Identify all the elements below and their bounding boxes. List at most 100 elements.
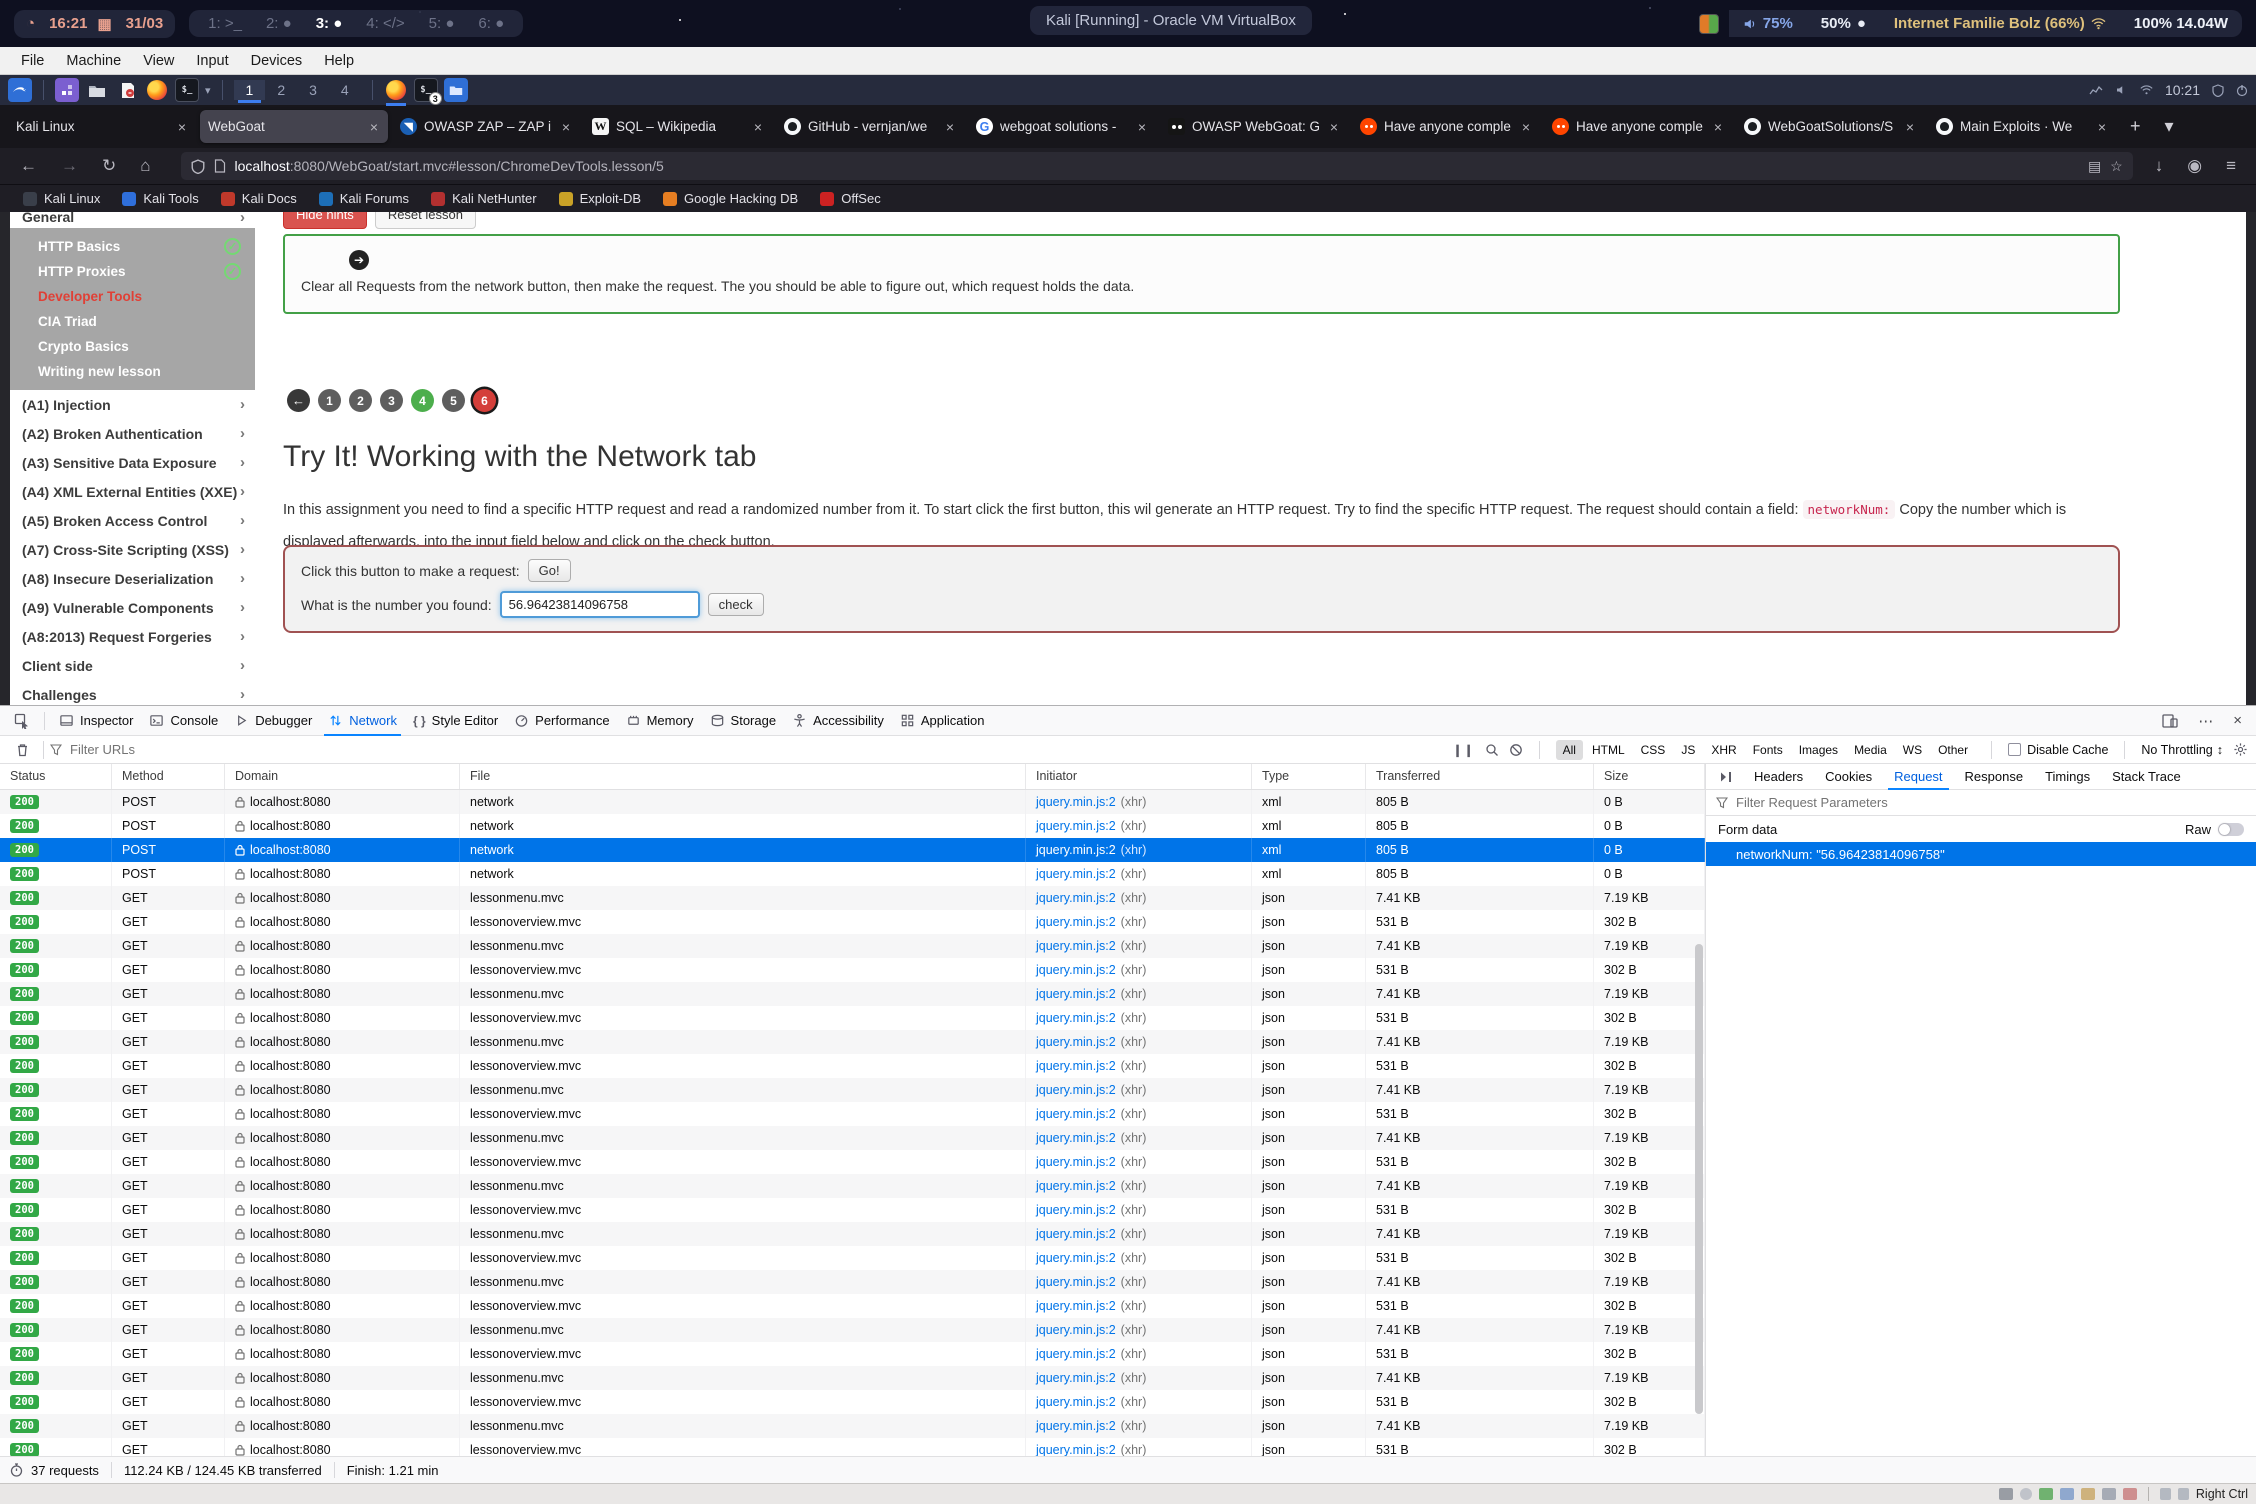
pagination-page-6[interactable]: 6 xyxy=(473,389,496,412)
account-button[interactable]: ◉ xyxy=(2177,154,2212,178)
sidebar-lesson-crypto-basics[interactable]: Crypto Basics xyxy=(10,334,255,359)
workspace-5[interactable]: 5: ● xyxy=(429,15,455,32)
url-bar[interactable]: localhost:8080/WebGoat/start.mvc#lesson/… xyxy=(181,152,2133,180)
workspace-6[interactable]: 6: ● xyxy=(478,15,504,32)
request-row[interactable]: 200GETlocalhost:8080lessonoverview.mvcjq… xyxy=(0,1198,1705,1222)
column-header-domain[interactable]: Domain xyxy=(225,764,460,789)
column-header-type[interactable]: Type xyxy=(1252,764,1366,789)
type-filter-media[interactable]: Media xyxy=(1847,740,1894,760)
filter-request-parameters[interactable]: Filter Request Parameters xyxy=(1706,790,2256,816)
bookmark-star-icon[interactable]: ☆ xyxy=(2110,158,2123,175)
column-header-file[interactable]: File xyxy=(460,764,1026,789)
tab-close-icon[interactable]: × xyxy=(1136,119,1148,135)
tab-close-icon[interactable]: × xyxy=(368,119,380,135)
request-row[interactable]: 200GETlocalhost:8080lessonmenu.mvcjquery… xyxy=(0,1414,1705,1438)
sidebar-lesson-http-basics[interactable]: HTTP Basics✓ xyxy=(10,234,255,259)
type-filter-images[interactable]: Images xyxy=(1792,740,1845,760)
pagination-page-1[interactable]: 1 xyxy=(318,389,341,412)
kali-menu-button[interactable] xyxy=(8,78,32,102)
downloads-button[interactable]: ↓ xyxy=(2145,154,2174,178)
column-header-size[interactable]: Size xyxy=(1594,764,1705,789)
request-row[interactable]: 200GETlocalhost:8080lessonoverview.mvcjq… xyxy=(0,1054,1705,1078)
sidebar-item--a1-injection[interactable]: (A1) Injection› xyxy=(10,390,255,419)
tab-debugger[interactable]: Debugger xyxy=(226,706,320,736)
disable-cache-checkbox[interactable]: Disable Cache xyxy=(2008,743,2108,757)
request-row[interactable]: 200POSTlocalhost:8080networkjquery.min.j… xyxy=(0,790,1705,814)
request-row[interactable]: 200GETlocalhost:8080lessonoverview.mvcjq… xyxy=(0,1102,1705,1126)
virtualbox-tray-icon[interactable] xyxy=(1699,14,1719,34)
pick-element-button[interactable] xyxy=(6,711,38,731)
sidebar-item--a3-sensitive-data-exposure[interactable]: (A3) Sensitive Data Exposure› xyxy=(10,448,255,477)
browser-tab-9[interactable]: WebGoatSolutions/S× xyxy=(1736,110,1924,143)
browser-tab-8[interactable]: Have anyone comple× xyxy=(1544,110,1732,143)
request-row[interactable]: 200GETlocalhost:8080lessonoverview.mvcjq… xyxy=(0,1246,1705,1270)
workspace-2[interactable]: 2: ● xyxy=(266,15,292,32)
request-row[interactable]: 200GETlocalhost:8080lessonoverview.mvcjq… xyxy=(0,1294,1705,1318)
check-button[interactable]: check xyxy=(708,593,764,616)
volume-icon[interactable] xyxy=(2115,84,2128,96)
detail-tab-cookies[interactable]: Cookies xyxy=(1815,764,1882,790)
tab-memory[interactable]: Memory xyxy=(618,706,702,736)
new-tab-button[interactable]: + xyxy=(2120,112,2151,141)
power-icon[interactable] xyxy=(2236,84,2248,97)
tab-style-editor[interactable]: { }Style Editor xyxy=(405,706,506,736)
menu-view[interactable]: View xyxy=(132,50,185,72)
browser-tab-1[interactable]: WebGoat× xyxy=(200,110,388,143)
sidebar-lesson-http-proxies[interactable]: HTTP Proxies✓ xyxy=(10,259,255,284)
menu-file[interactable]: File xyxy=(10,50,55,72)
reset-lesson-button[interactable]: Reset lesson xyxy=(375,212,476,229)
request-row[interactable]: 200GETlocalhost:8080lessonmenu.mvcjquery… xyxy=(0,886,1705,910)
tab-application[interactable]: Application xyxy=(892,706,993,736)
detail-tab-stack-trace[interactable]: Stack Trace xyxy=(2102,764,2191,790)
detail-tab-response[interactable]: Response xyxy=(1955,764,2034,790)
bookmark-kali-docs[interactable]: Kali Docs xyxy=(212,188,306,209)
split-panel-icon[interactable] xyxy=(1712,769,1742,785)
cpu-graph-icon[interactable] xyxy=(2089,84,2103,96)
browser-tab-5[interactable]: Gwebgoat solutions -× xyxy=(968,110,1156,143)
tab-close-icon[interactable]: × xyxy=(944,119,956,135)
responsive-mode-button[interactable] xyxy=(2154,712,2186,730)
sidebar-item--a8-2013-request-forgeries[interactable]: (A8:2013) Request Forgeries› xyxy=(10,622,255,651)
tab-performance[interactable]: Performance xyxy=(506,706,617,736)
tab-close-icon[interactable]: × xyxy=(1712,119,1724,135)
sidebar-item--a4-xml-external-entities-xxe-[interactable]: (A4) XML External Entities (XXE)› xyxy=(10,477,255,506)
bookmark-kali-forums[interactable]: Kali Forums xyxy=(310,188,418,209)
shield-icon[interactable] xyxy=(191,159,205,174)
guest-workspace-1[interactable]: 1 xyxy=(234,80,266,100)
terminal-launcher[interactable]: $_ xyxy=(175,78,199,102)
sidebar-item--a9-vulnerable-components[interactable]: (A9) Vulnerable Components› xyxy=(10,593,255,622)
pagination-back-button[interactable]: ← xyxy=(287,389,310,412)
request-row[interactable]: 200GETlocalhost:8080lessonoverview.mvcjq… xyxy=(0,910,1705,934)
browser-tab-2[interactable]: ◥OWASP ZAP – ZAP i× xyxy=(392,110,580,143)
tab-storage[interactable]: Storage xyxy=(702,706,785,736)
search-icon[interactable] xyxy=(1485,743,1499,757)
hdd-icon[interactable] xyxy=(1999,1488,2013,1500)
browser-tab-4[interactable]: GitHub - vernjan/we× xyxy=(776,110,964,143)
request-row[interactable]: 200GETlocalhost:8080lessonmenu.mvcjquery… xyxy=(0,1318,1705,1342)
tab-close-icon[interactable]: × xyxy=(2096,119,2108,135)
network-adapter-icon[interactable] xyxy=(2039,1488,2053,1500)
sidebar-item--a8-insecure-deserialization[interactable]: (A8) Insecure Deserialization› xyxy=(10,564,255,593)
workspace-indicator[interactable]: 1: >_2: ●3: ●4: </>5: ●6: ● xyxy=(189,10,523,37)
throttling-select[interactable]: No Throttling↕ xyxy=(2141,743,2223,757)
workspace-4[interactable]: 4: </> xyxy=(366,15,404,32)
pagination-page-3[interactable]: 3 xyxy=(380,389,403,412)
chevron-down-icon[interactable]: ▾ xyxy=(205,84,211,97)
column-header-transferred[interactable]: Transferred xyxy=(1366,764,1594,789)
request-row[interactable]: 200GETlocalhost:8080lessonmenu.mvcjquery… xyxy=(0,1030,1705,1054)
browser-tab-7[interactable]: Have anyone comple× xyxy=(1352,110,1540,143)
column-header-initiator[interactable]: Initiator xyxy=(1026,764,1252,789)
request-row[interactable]: 200GETlocalhost:8080lessonoverview.mvcjq… xyxy=(0,1150,1705,1174)
tab-close-icon[interactable]: × xyxy=(560,119,572,135)
menu-machine[interactable]: Machine xyxy=(55,50,132,72)
detail-tab-headers[interactable]: Headers xyxy=(1744,764,1813,790)
request-row[interactable]: 200GETlocalhost:8080lessonoverview.mvcjq… xyxy=(0,1006,1705,1030)
guest-workspace-3[interactable]: 3 xyxy=(297,80,329,100)
bookmark-offsec[interactable]: OffSec xyxy=(811,188,890,209)
battery-indicator[interactable]: 100% 14.04W xyxy=(2120,10,2242,37)
type-filter-html[interactable]: HTML xyxy=(1585,740,1632,760)
workspace-1[interactable]: 1: >_ xyxy=(208,15,242,32)
forward-button[interactable]: → xyxy=(51,154,88,178)
lock-shield-icon[interactable] xyxy=(2212,84,2224,97)
request-row[interactable]: 200POSTlocalhost:8080networkjquery.min.j… xyxy=(0,862,1705,886)
